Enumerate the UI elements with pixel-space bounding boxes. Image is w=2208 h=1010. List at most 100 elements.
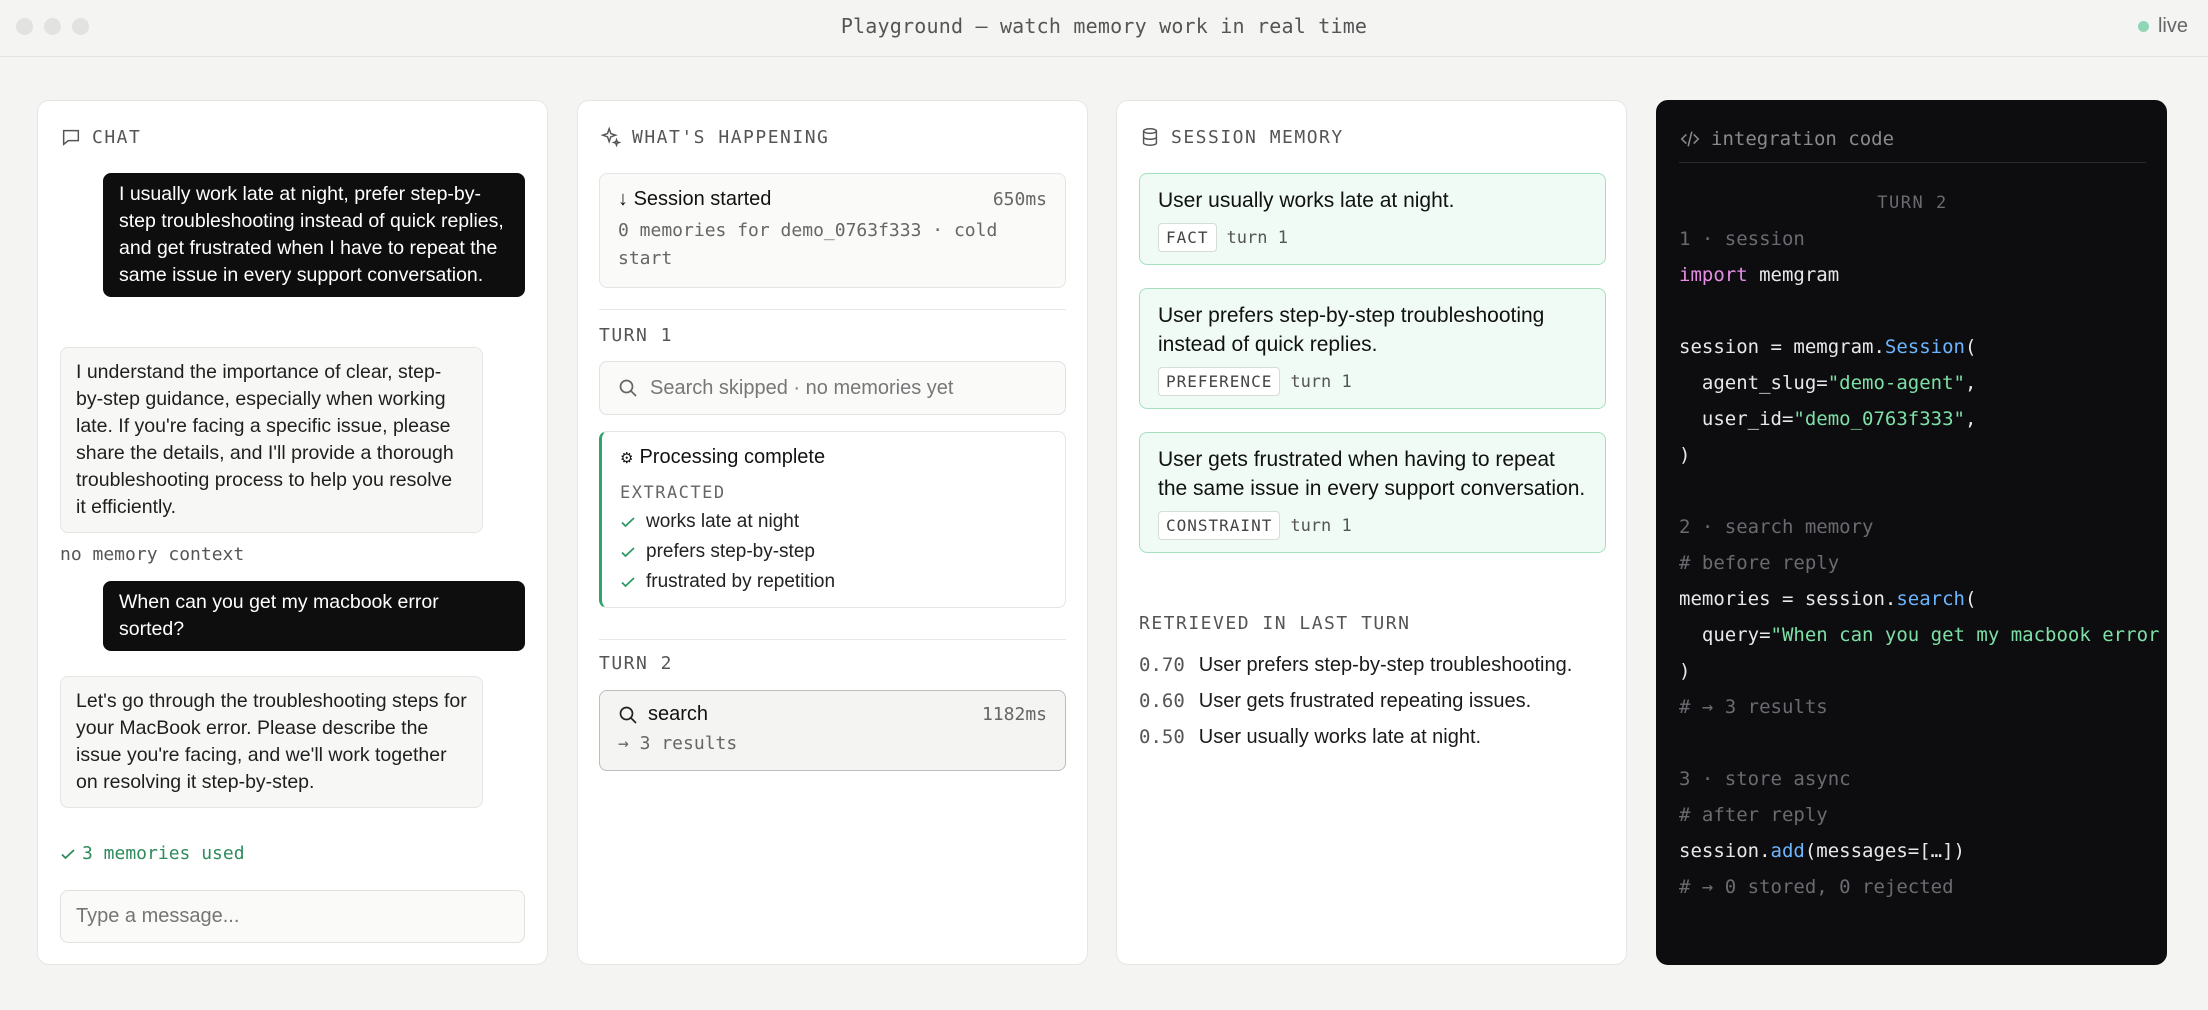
code-comment: # → 0 stored, 0 rejected	[1679, 876, 1954, 898]
memory-text: User gets frustrated when having to repe…	[1158, 448, 1586, 500]
session-memory-header: SESSION MEMORY	[1139, 126, 1344, 148]
memory-text: User usually works late at night.	[1158, 189, 1455, 212]
user-message: I usually work late at night, prefer ste…	[103, 173, 525, 297]
user-message: When can you get my macbook error sorted…	[103, 581, 525, 651]
session-started-detail: 0 memories for demo_0763f333 · cold star…	[618, 220, 998, 269]
memory-turn: turn 1	[1226, 227, 1288, 248]
search-skipped-text: Search skipped · no memories yet	[650, 376, 954, 399]
extracted-item: frustrated by repetition	[620, 571, 1047, 593]
search-icon	[619, 379, 637, 397]
code-comment: # → 3 results	[1679, 696, 1828, 718]
retrieved-label: RETRIEVED IN LAST TURN	[1139, 613, 1411, 634]
assistant-message: Let's go through the troubleshooting ste…	[60, 676, 483, 808]
memory-turn: turn 1	[1290, 515, 1352, 536]
session-started-title: ↓ Session started	[618, 188, 771, 211]
chat-header: CHAT	[60, 126, 141, 148]
live-dot-icon	[2137, 21, 2149, 32]
assistant-message: I understand the importance of clear, st…	[60, 347, 483, 533]
code-line: )	[1679, 444, 1691, 466]
memory-tag: CONSTRAINT	[1158, 511, 1281, 540]
session-memory-label: SESSION MEMORY	[1171, 126, 1344, 148]
whats-happening-panel: WHAT'S HAPPENING ↓ Session started 650ms…	[577, 100, 1088, 965]
live-status: live	[2137, 15, 2188, 38]
integration-code-panel: integration code TURN 2 1 · session impo…	[1656, 100, 2167, 965]
retrieved-row: 0.60 User gets frustrated repeating issu…	[1139, 690, 1531, 713]
divider	[599, 309, 1066, 310]
turn-1-label: TURN 1	[599, 325, 674, 346]
retrieved-text: User prefers step-by-step troubleshootin…	[1198, 654, 1573, 676]
memory-text: User prefers step-by-step troubleshootin…	[1158, 304, 1545, 356]
whats-happening-label: WHAT'S HAPPENING	[632, 126, 830, 148]
memory-card: User usually works late at night. FACT t…	[1139, 173, 1606, 265]
extracted-item-text: frustrated by repetition	[646, 571, 836, 592]
chat-header-label: CHAT	[92, 126, 142, 148]
search-event-title: search	[618, 703, 708, 726]
retrieved-score: 0.70	[1139, 654, 1185, 676]
search-skipped-card: Search skipped · no memories yet	[599, 361, 1066, 415]
code-comment: # after reply	[1679, 804, 1828, 826]
memories-used-label: 3 memories used	[60, 843, 245, 864]
memory-tag: PREFERENCE	[1158, 367, 1281, 396]
message-input[interactable]	[60, 890, 525, 943]
session-memory-panel: SESSION MEMORY User usually works late a…	[1116, 100, 1627, 965]
live-label: live	[2157, 15, 2188, 37]
code-string: "demo-agent"	[1827, 372, 1965, 394]
arrow-down-icon: ↓	[618, 188, 634, 210]
search-icon	[619, 706, 637, 724]
code-step-label: 1 · session	[1679, 228, 1805, 250]
no-memory-context-label: no memory context	[60, 544, 245, 565]
turn-2-label: TURN 2	[599, 653, 674, 674]
memory-card: User prefers step-by-step troubleshootin…	[1139, 288, 1606, 409]
title-bar: Playground — watch memory work in real t…	[0, 0, 2208, 57]
code-line: session.add(messages=[…])	[1679, 840, 1965, 862]
extracted-item: prefers step-by-step	[620, 541, 1047, 563]
search-event-results: → 3 results	[618, 733, 738, 754]
code-line: session = memgram.Session(	[1679, 336, 1977, 358]
retrieved-row: 0.50 User usually works late at night.	[1139, 726, 1481, 749]
extracted-item-text: prefers step-by-step	[646, 541, 815, 562]
memory-turn: turn 1	[1290, 371, 1352, 392]
code-icon	[1680, 131, 1700, 147]
code-line: )	[1679, 660, 1691, 682]
code-block: TURN 2 1 · session import memgram sessio…	[1679, 185, 2169, 905]
retrieved-score: 0.60	[1139, 690, 1185, 712]
divider	[599, 639, 1066, 640]
check-icon	[61, 848, 75, 859]
session-started-card: ↓ Session started 650ms 0 memories for d…	[599, 173, 1066, 288]
code-step-label: 2 · search memory	[1679, 516, 1874, 538]
code-header: integration code	[1679, 128, 2146, 163]
memory-card: User gets frustrated when having to repe…	[1139, 432, 1606, 553]
memory-tag: FACT	[1158, 223, 1217, 252]
code-line: import memgram	[1679, 264, 1840, 286]
code-line: memories = session.search(	[1679, 588, 1977, 610]
check-icon	[621, 517, 635, 528]
processing-complete-text: Processing complete	[639, 446, 826, 468]
search-event-text: search	[648, 703, 709, 725]
gear-icon: ⚙	[620, 449, 634, 467]
chat-panel: CHAT I usually work late at night, prefe…	[37, 100, 548, 965]
code-turn-label: TURN 2	[1877, 193, 1948, 213]
retrieved-text: User usually works late at night.	[1198, 726, 1482, 748]
processing-complete-title: ⚙ Processing complete	[620, 446, 1047, 469]
extracted-label: EXTRACTED	[620, 483, 726, 503]
search-event-card[interactable]: search 1182ms → 3 results	[599, 690, 1066, 771]
processing-complete-card: ⚙ Processing complete EXTRACTED works la…	[599, 431, 1066, 608]
extracted-item-text: works late at night	[646, 511, 800, 532]
chat-bubble-icon	[62, 129, 80, 146]
code-line: agent_slug="demo-agent",	[1679, 372, 1977, 394]
session-started-text: Session started	[633, 188, 772, 210]
retrieved-text: User gets frustrated repeating issues.	[1198, 690, 1532, 712]
code-step-label: 3 · store async	[1679, 768, 1851, 790]
code-line: user_id="demo_0763f333",	[1679, 408, 1977, 430]
memories-used-text: 3 memories used	[82, 843, 245, 864]
window-title: Playground — watch memory work in real t…	[840, 14, 1368, 38]
search-event-time: 1182ms	[981, 704, 1047, 725]
code-header-label: integration code	[1711, 128, 1895, 150]
code-string: "When can you get my macbook error sorte…	[1770, 624, 2160, 646]
check-icon	[621, 577, 635, 588]
database-icon	[1142, 128, 1158, 146]
code-comment: # before reply	[1679, 552, 1840, 574]
